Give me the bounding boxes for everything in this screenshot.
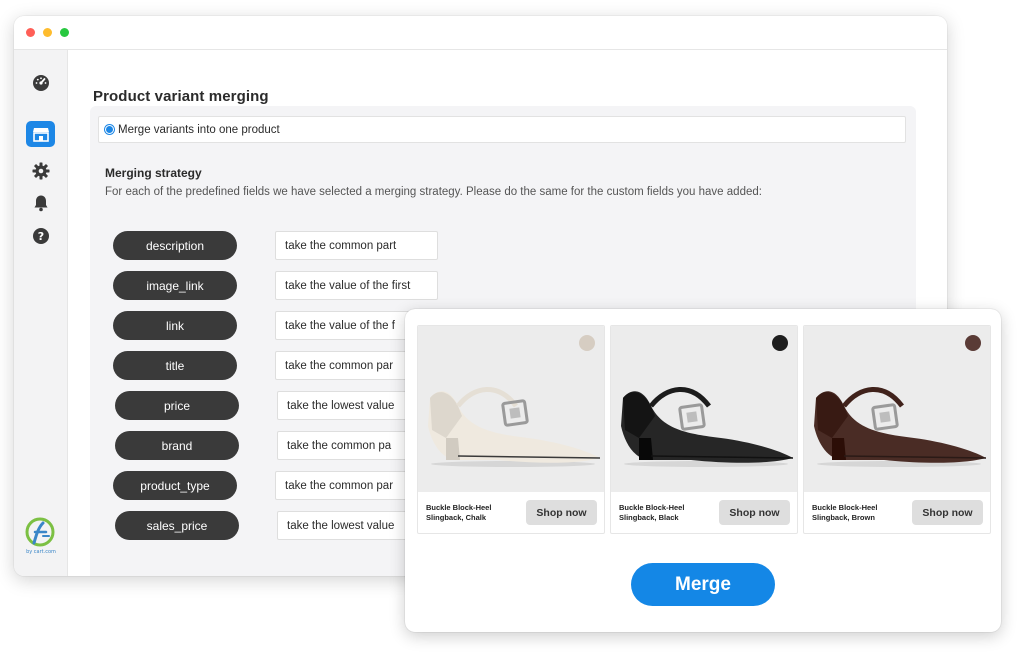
sidebar-item-notifications[interactable] [26, 190, 55, 216]
strategy-description: For each of the predefined fields we hav… [105, 186, 762, 198]
product-name: Buckle Block-Heel Slingback, Chalk [426, 503, 492, 522]
sidebar-item-store[interactable] [26, 121, 55, 147]
merge-option-radio[interactable]: Merge variants into one product [98, 116, 906, 143]
field-pill-link[interactable]: link [113, 311, 237, 340]
sidebar: ? by cart.com [14, 50, 68, 576]
close-window-button[interactable] [26, 28, 35, 37]
product-image-brown [804, 326, 990, 492]
field-pill-description[interactable]: description [113, 231, 237, 260]
svg-text:?: ? [37, 230, 43, 243]
merge-button[interactable]: Merge [631, 563, 775, 606]
merge-preview-card: Buckle Block-Heel Slingback, Chalk Shop … [405, 309, 1001, 632]
bell-icon [34, 195, 47, 212]
field-pill-title[interactable]: title [113, 351, 237, 380]
store-icon [32, 128, 49, 142]
logo-caption: by cart.com [26, 549, 56, 555]
field-pill-price[interactable]: price [115, 391, 239, 420]
field-pill-brand[interactable]: brand [115, 431, 239, 460]
field-pill-image-link[interactable]: image_link [113, 271, 237, 300]
shop-now-button[interactable]: Shop now [526, 500, 597, 525]
product-image-chalk [418, 326, 604, 492]
color-swatch-chalk[interactable] [579, 335, 595, 351]
product-card-brown[interactable]: Buckle Block-Heel Slingback, Brown Shop … [803, 325, 991, 534]
shoe-image [814, 387, 987, 467]
radio-label: Merge variants into one product [118, 123, 280, 136]
color-swatch-brown[interactable] [965, 335, 981, 351]
brand-logo: by cart.com [23, 516, 59, 562]
product-card-black[interactable]: Buckle Block-Heel Slingback, Black Shop … [610, 325, 798, 534]
product-image-black [611, 326, 797, 492]
page-title: Product variant merging [93, 88, 269, 105]
sidebar-item-settings[interactable] [26, 158, 55, 184]
help-icon: ? [32, 228, 49, 244]
product-name: Buckle Block-Heel Slingback, Black [619, 503, 685, 522]
field-pill-product-type[interactable]: product_type [113, 471, 237, 500]
strategy-heading: Merging strategy [105, 166, 202, 180]
maximize-window-button[interactable] [60, 28, 69, 37]
sidebar-item-help[interactable]: ? [26, 223, 55, 249]
sidebar-item-dashboard[interactable] [26, 70, 55, 96]
strategy-select-description[interactable]: take the common part [275, 231, 438, 260]
product-card-chalk[interactable]: Buckle Block-Heel Slingback, Chalk Shop … [417, 325, 605, 534]
field-pill-sales-price[interactable]: sales_price [115, 511, 239, 540]
shoe-image [621, 387, 794, 467]
color-swatch-black[interactable] [772, 335, 788, 351]
title-bar [14, 16, 947, 50]
shoe-image [428, 387, 601, 467]
gear-icon [32, 162, 49, 180]
minimize-window-button[interactable] [43, 28, 52, 37]
strategy-select-image-link[interactable]: take the value of the first [275, 271, 438, 300]
product-name: Buckle Block-Heel Slingback, Brown [812, 503, 878, 522]
shop-now-button[interactable]: Shop now [719, 500, 790, 525]
shop-now-button[interactable]: Shop now [912, 500, 983, 525]
radio-selected-icon[interactable] [106, 126, 113, 133]
dashboard-gauge-icon [32, 75, 49, 91]
brand-logo-icon [25, 517, 55, 547]
